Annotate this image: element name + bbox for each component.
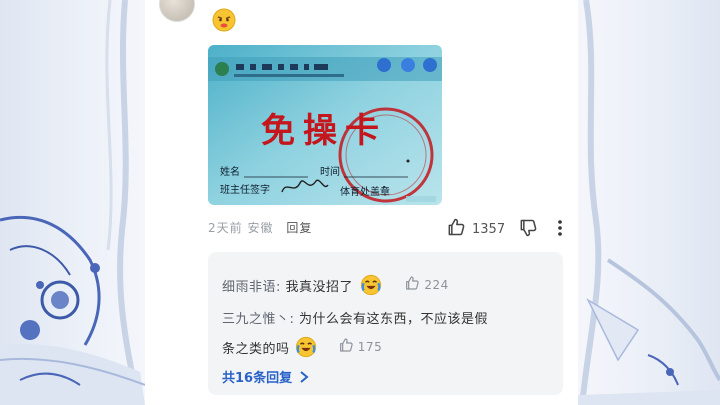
comment-location: 安徽 xyxy=(247,221,274,235)
dislike-button[interactable] xyxy=(518,218,538,242)
thumbs-up-icon xyxy=(446,217,466,241)
chevron-right-icon xyxy=(299,370,309,388)
reply-item: 细雨非语: 我真没招了 224 xyxy=(222,274,449,300)
reply-like-button[interactable]: 224 xyxy=(404,275,448,294)
reply-item-continued: 条之类的吗 175 xyxy=(222,336,382,362)
thumbs-up-icon xyxy=(338,337,354,356)
like-button[interactable]: 1357 xyxy=(446,217,505,241)
reply-text-line2: 条之类的吗 xyxy=(222,342,290,357)
thumbs-up-icon xyxy=(404,275,420,294)
card-time-label: 时间 xyxy=(320,165,340,178)
card-name-label: 姓名 xyxy=(220,165,240,178)
reply-text-line1: 为什么会有这东西，不应该是假 xyxy=(299,312,489,327)
comment-meta: 2天前 安徽 回复 xyxy=(208,219,312,236)
pouting-emoji-icon xyxy=(212,8,236,36)
reply-like-button[interactable]: 175 xyxy=(338,337,382,356)
reply-author[interactable]: 三九之惟丶 xyxy=(222,312,290,327)
comment-time: 2天前 xyxy=(208,221,243,235)
reply-like-count: 224 xyxy=(424,277,449,292)
thumbs-down-icon xyxy=(518,219,538,242)
reply-button[interactable]: 回复 xyxy=(286,221,312,235)
replies-section: 细雨非语: 我真没招了 224 三九之惟丶: 为什么会有这东西，不应该是假 条之… xyxy=(208,252,563,395)
laughing-crying-emoji-icon xyxy=(295,336,317,362)
comment-image[interactable]: 免操卡 姓名 时间 班主任签字 体育处盖章 xyxy=(208,45,442,205)
reply-item: 三九之惟丶: 为什么会有这东西，不应该是假 xyxy=(222,312,489,327)
comment-panel: 免操卡 姓名 时间 班主任签字 体育处盖章 2天前 安徽 回复 1357 细雨非… xyxy=(145,0,578,405)
more-options-button[interactable] xyxy=(554,218,566,242)
more-vertical-icon xyxy=(554,220,566,242)
view-more-replies-link[interactable]: 共16条回复 xyxy=(222,367,309,388)
like-count: 1357 xyxy=(472,221,506,237)
user-avatar[interactable] xyxy=(159,0,195,22)
reply-text: 我真没招了 xyxy=(285,280,354,295)
reply-author[interactable]: 细雨非语 xyxy=(222,280,276,295)
card-office-label: 体育处盖章 xyxy=(340,185,390,198)
right-decorative-background xyxy=(578,0,720,405)
left-decorative-background xyxy=(0,0,145,405)
more-replies-label: 共16条回复 xyxy=(222,371,293,386)
card-title: 免操卡 xyxy=(261,111,387,151)
laughing-crying-emoji-icon xyxy=(360,274,382,300)
card-teacher-label: 班主任签字 xyxy=(220,183,270,196)
reply-like-count: 175 xyxy=(357,339,383,354)
